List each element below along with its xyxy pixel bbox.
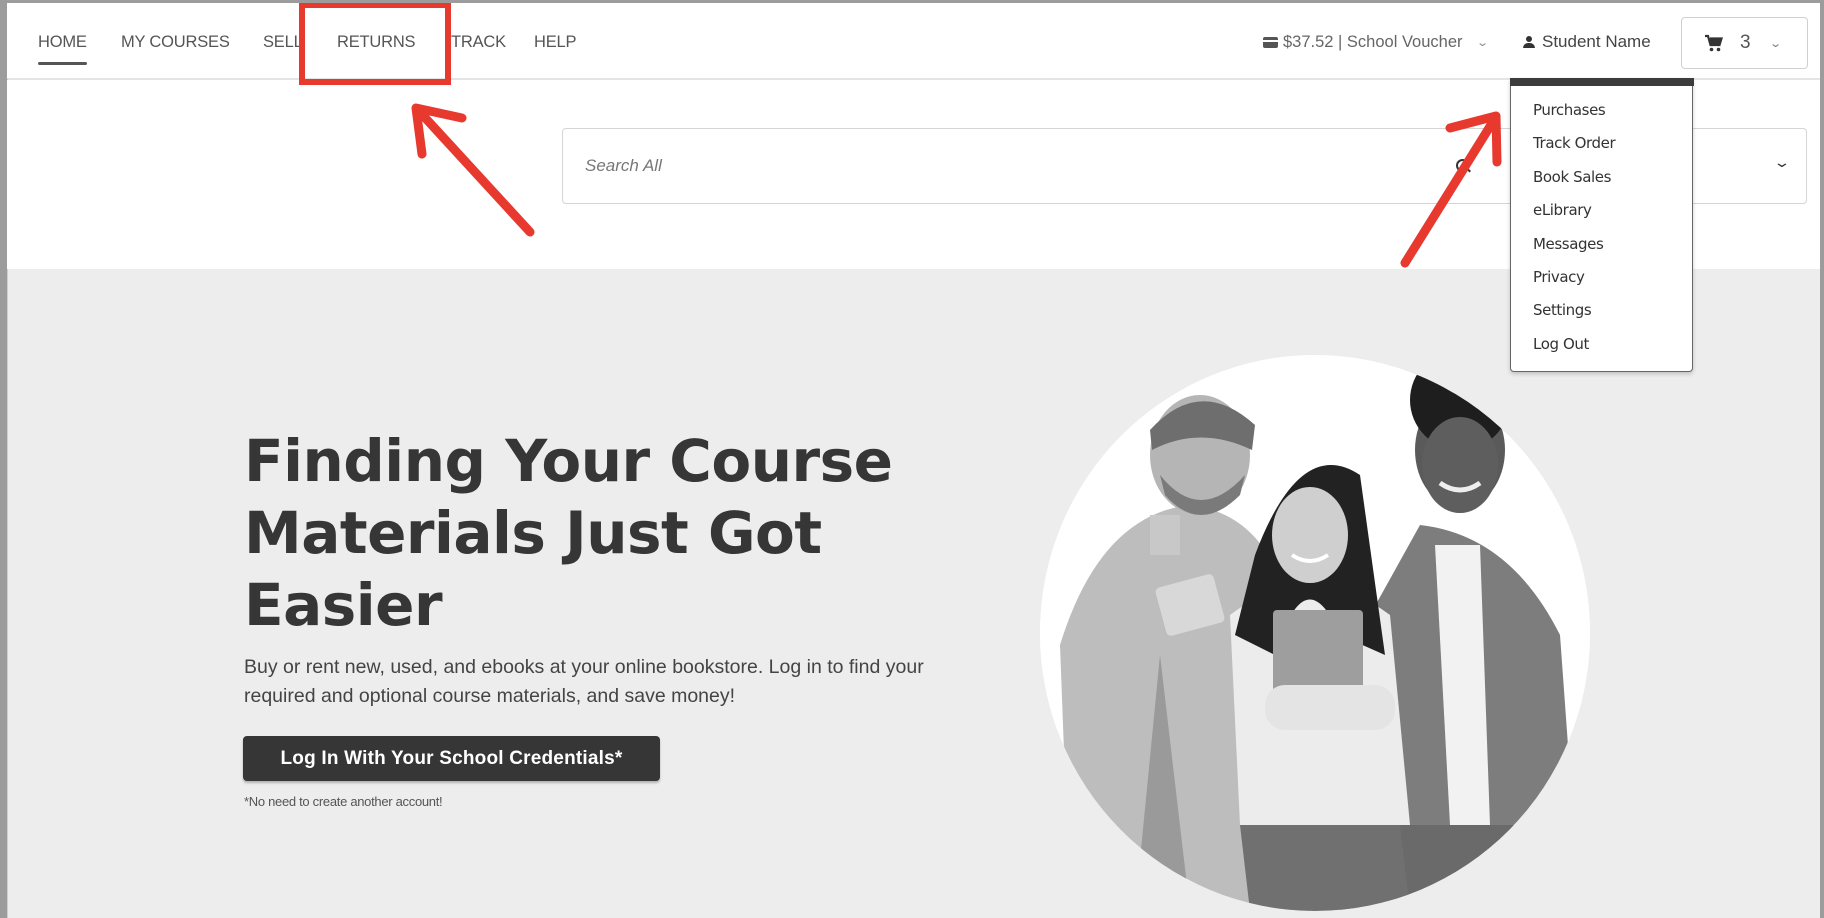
menu-header-bar <box>1509 78 1694 86</box>
user-menu-list: Purchases Track Order Book Sales eLibrar… <box>1511 86 1692 366</box>
search-input[interactable] <box>585 129 1445 203</box>
hero-students-photo <box>1040 355 1590 911</box>
students-illustration <box>1040 355 1590 911</box>
user-icon <box>1523 36 1535 48</box>
nav-track[interactable]: TRACK <box>451 33 506 52</box>
search-icon[interactable] <box>1456 159 1470 173</box>
hero-title: Finding Your Course Materials Just Got E… <box>244 427 893 639</box>
nav-home[interactable]: HOME <box>38 33 87 65</box>
nav-sell[interactable]: SELL <box>263 33 303 52</box>
user-account-dropdown: Purchases Track Order Book Sales eLibrar… <box>1509 78 1694 372</box>
user-account-menu-toggle[interactable]: Student Name <box>1523 32 1651 52</box>
menu-item-elibrary[interactable]: eLibrary <box>1533 199 1692 232</box>
menu-item-purchases[interactable]: Purchases <box>1533 99 1692 132</box>
browser-viewport: HOME MY COURSES SELL RETURNS TRACK HELP … <box>7 3 1820 918</box>
hero-footnote: *No need to create another account! <box>244 794 443 809</box>
menu-item-privacy[interactable]: Privacy <box>1533 266 1692 299</box>
cart-icon <box>1705 34 1723 51</box>
nav-returns[interactable]: RETURNS <box>337 33 416 52</box>
nav-help[interactable]: HELP <box>534 33 577 52</box>
voucher-balance-dropdown[interactable]: $37.52 | School Voucher ⌄ <box>1263 33 1489 52</box>
hero-subtitle: Buy or rent new, used, and ebooks at you… <box>244 656 924 707</box>
voucher-balance-text: $37.52 | School Voucher <box>1283 33 1463 51</box>
cart-count: 3 <box>1740 32 1751 53</box>
chevron-down-icon: ⌄ <box>1768 37 1782 50</box>
chevron-down-icon: ⌄ <box>1475 37 1489 49</box>
nav-my-courses[interactable]: MY COURSES <box>121 33 230 52</box>
top-navigation: HOME MY COURSES SELL RETURNS TRACK HELP … <box>7 3 1820 79</box>
menu-item-messages[interactable]: Messages <box>1533 233 1692 266</box>
credit-card-icon <box>1263 37 1278 48</box>
login-school-credentials-button[interactable]: Log In With Your School Credentials* <box>243 736 660 781</box>
user-name: Student Name <box>1542 32 1651 51</box>
menu-item-track-order[interactable]: Track Order <box>1533 132 1692 165</box>
menu-item-log-out[interactable]: Log Out <box>1533 333 1692 366</box>
cart-button[interactable]: 3 ⌄ <box>1681 17 1808 69</box>
menu-item-settings[interactable]: Settings <box>1533 299 1692 332</box>
menu-item-book-sales[interactable]: Book Sales <box>1533 166 1692 199</box>
search-scope-dropdown[interactable]: ⌄ <box>1773 154 1791 171</box>
